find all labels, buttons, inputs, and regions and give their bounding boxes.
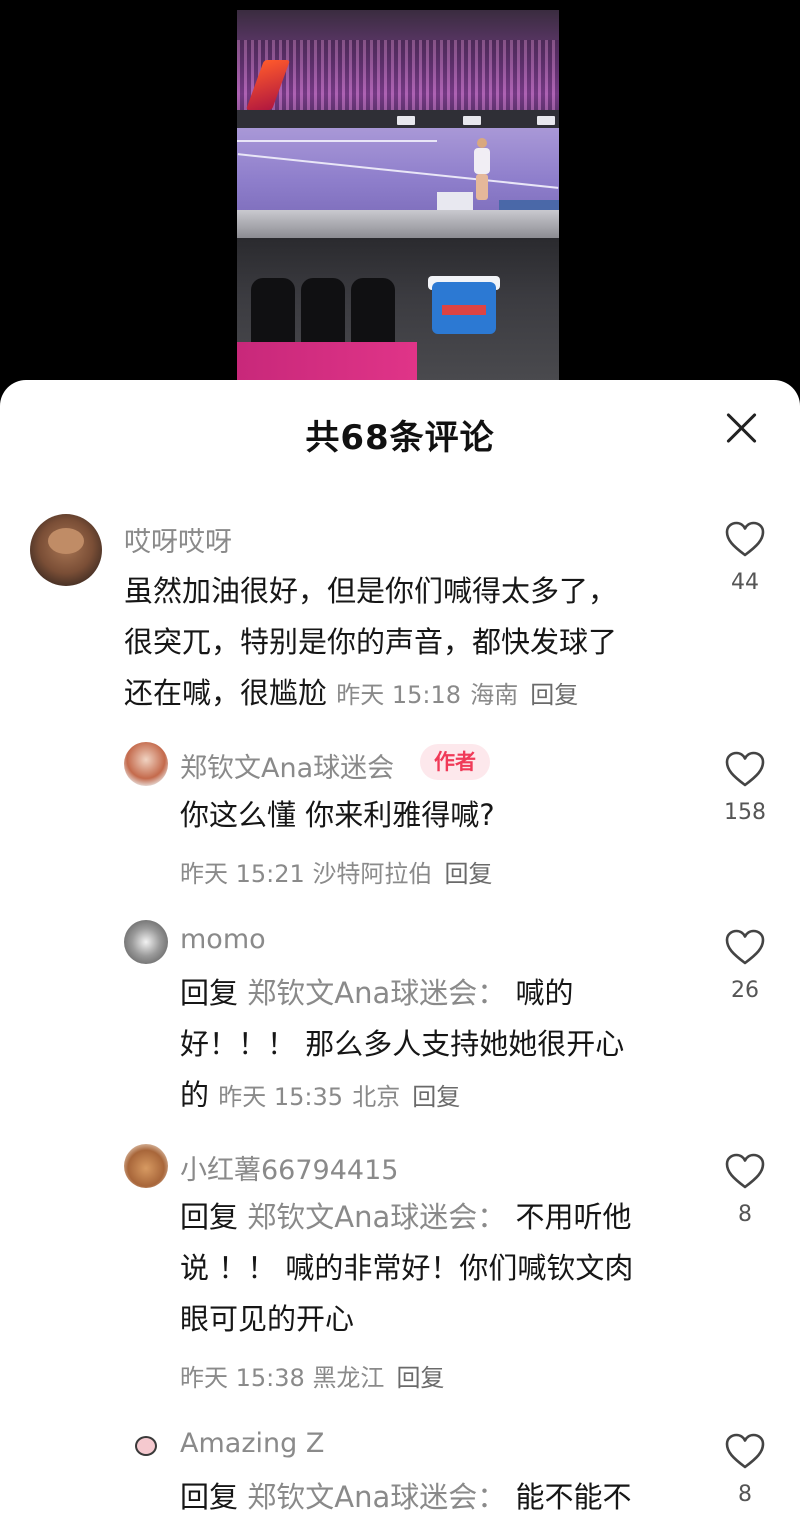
comment-text: 你这么懂 你来利雅得喊? [180,798,495,832]
reply-prefix: 回复 [180,1480,239,1514]
comment-line-with-meta: 的 昨天 15:35 北京 回复 [180,1070,700,1123]
comment-text: 虽然加油很好，但是你们喊得太多了， 很突兀，特别是你的声音，都快发球了 还在喊，… [124,566,694,721]
reply-prefix: 回复 [180,976,239,1010]
court-line [237,140,437,142]
like-button[interactable]: 8 [718,1152,772,1227]
comment-location: 沙特阿拉伯 [312,860,433,888]
comment-text: 回复 郑钦文Ana球迷会： 喊的 好！！！ 那么多人支持她她很开心 的 昨天 1… [180,968,700,1123]
reply-button[interactable]: 回复 [530,681,578,709]
reply-button[interactable]: 回复 [412,1083,460,1111]
like-count: 8 [738,1482,752,1507]
comment-line-text: 能不能不 [515,1480,632,1514]
comment-line-text: 喊的 [515,976,574,1010]
avatar[interactable] [124,1144,168,1188]
like-count: 44 [731,570,759,595]
comment-line: 好！！！ 那么多人支持她她很开心 [180,1027,625,1061]
comment-meta: 昨天 15:38 黑龙江 回复 [180,1358,444,1393]
reply-button[interactable]: 回复 [444,860,492,888]
comments-sheet: 共68条评论 哎呀哎呀 虽然加油很好，但是你们喊得太多了， 很突兀，特别是你的声… [0,380,800,1518]
heart-outline-icon [725,929,765,965]
like-count: 26 [731,978,759,1003]
close-icon[interactable] [718,404,766,452]
courtside-box [437,192,473,210]
comments-count-title: 共68条评论 [305,418,495,458]
comment-line: 回复 郑钦文Ana球迷会： 不用听他 [180,1192,700,1243]
cooler-label [442,305,486,315]
comment-author[interactable]: 小红薯66794415 [180,1148,398,1187]
comment-time: 昨天 15:21 [180,860,305,888]
comment-line-text: 的 [180,1078,210,1112]
like-button[interactable]: 26 [718,928,772,1003]
comment-text: 回复 郑钦文Ana球迷会： 能不能不 [180,1472,700,1518]
heart-outline-icon [725,751,765,787]
comment-author[interactable]: Amazing Z [180,1428,324,1459]
reply-target[interactable]: 郑钦文Ana球迷会： [247,1200,506,1234]
comment-time: 昨天 15:38 [180,1364,305,1392]
crowd [237,40,559,110]
comment-location: 北京 [352,1083,401,1111]
avatar[interactable] [124,920,168,964]
comment-text: 回复 郑钦文Ana球迷会： 不用听他 说 ！！ 喊的非常好！你们喊钦文肉 眼可见… [180,1192,700,1345]
reply-prefix: 回复 [180,1200,239,1234]
sponsor-logo [397,116,415,125]
reply-target[interactable]: 郑钦文Ana球迷会： [247,1480,506,1514]
like-count: 8 [738,1202,752,1227]
sponsor-logo [463,116,481,125]
like-button[interactable]: 8 [718,1432,772,1507]
heart-outline-icon [725,1153,765,1189]
reply-target[interactable]: 郑钦文Ana球迷会： [247,976,506,1010]
player [471,138,493,200]
comment-author[interactable]: momo [180,924,266,955]
heart-outline-icon [725,521,765,557]
comment-line: 回复 郑钦文Ana球迷会： 能不能不 [180,1472,700,1518]
comment-author[interactable]: 哎呀哎呀 [124,520,232,559]
comment-location: 黑龙江 [312,1364,385,1392]
pink-banner [237,342,417,382]
like-button[interactable]: 44 [718,520,772,595]
comment-line-with-meta: 还在喊，很尴尬 昨天 15:18 海南 回复 [124,668,694,721]
video-player[interactable] [0,0,800,400]
comment-meta: 昨天 15:21 沙特阿拉伯 回复 [180,854,492,889]
heart-outline-icon [725,1433,765,1469]
author-badge: 作者 [420,744,490,780]
like-button[interactable]: 158 [718,750,772,825]
like-count: 158 [724,800,766,825]
comment-line: 眼可见的开心 [180,1302,355,1336]
sponsor-logo [537,116,555,125]
avatar[interactable] [124,1424,168,1468]
comment-location: 海南 [470,681,519,709]
comment-line-text: 不用听他 [515,1200,632,1234]
comment-line: 很突兀，特别是你的声音，都快发球了 [124,625,618,659]
avatar[interactable] [124,742,168,786]
comment-line: 虽然加油很好，但是你们喊得太多了， [124,574,618,608]
avatar[interactable] [30,514,102,586]
comment-time: 昨天 15:18 [336,681,462,709]
comment-line: 说 ！！ 喊的非常好！你们喊钦文肉 [180,1251,634,1285]
comment-line: 还在喊，很尴尬 [124,676,328,710]
comment-line: 回复 郑钦文Ana球迷会： 喊的 [180,968,700,1019]
court-ledge [237,210,559,238]
comment-author[interactable]: 郑钦文Ana球迷会 [180,746,394,785]
video-frame-tennis-court[interactable] [237,10,559,382]
comment-time: 昨天 15:35 [218,1083,344,1111]
reply-button[interactable]: 回复 [396,1364,444,1392]
